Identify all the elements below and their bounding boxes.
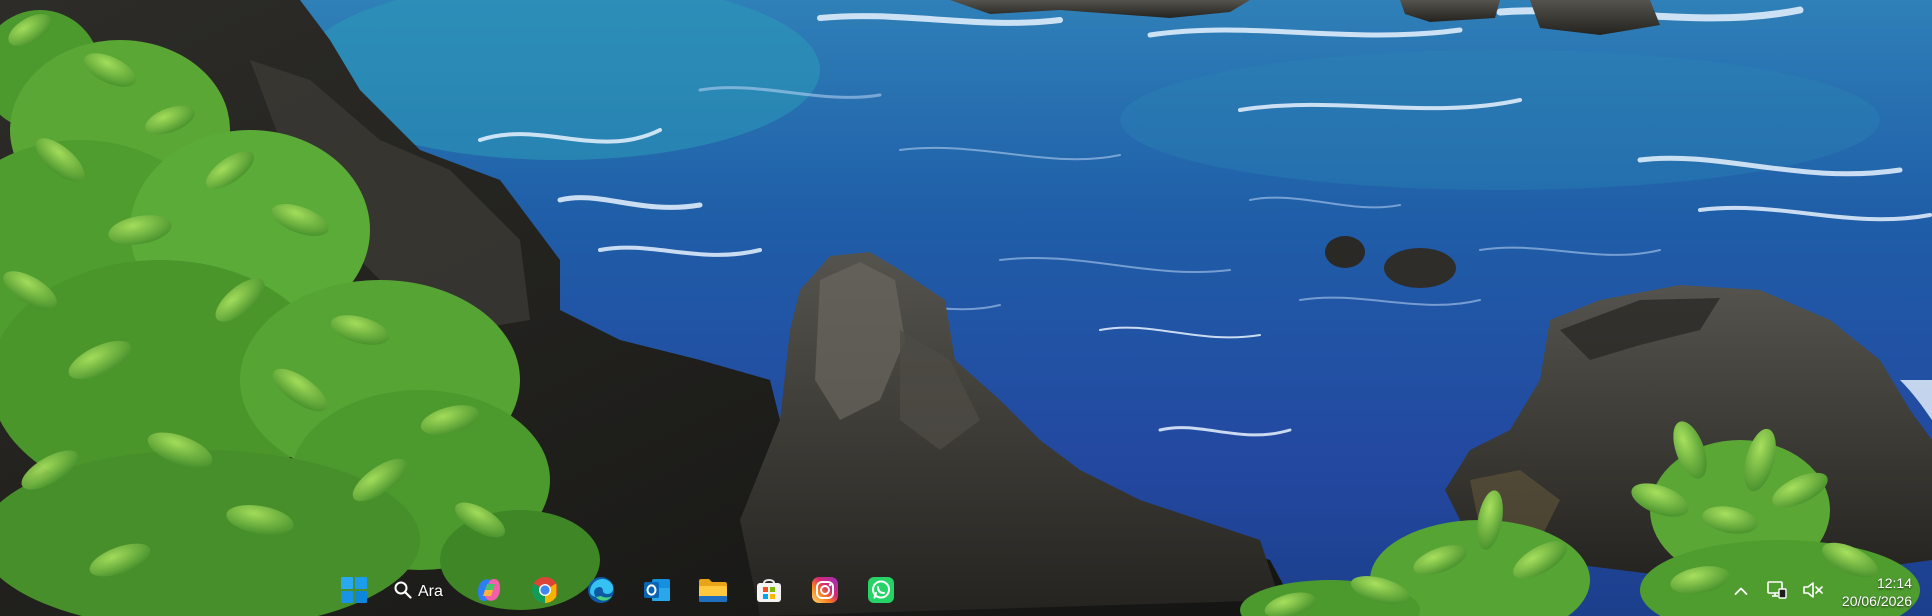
taskbar-search-button[interactable]: Ara — [386, 572, 453, 612]
taskbar-app-instagram[interactable] — [801, 572, 849, 612]
copilot-icon — [475, 576, 503, 609]
desktop-wallpaper — [0, 0, 1932, 616]
taskbar-pinned-area: Ara — [330, 568, 905, 616]
start-button[interactable] — [330, 572, 378, 612]
system-tray: 12:14 20/06/2026 — [1726, 568, 1932, 616]
network-status-button[interactable] — [1762, 574, 1792, 610]
search-label: Ara — [418, 583, 443, 600]
taskbar: Ara 12:14 20/06/2026 — [0, 568, 1932, 616]
clock-date: 20/06/2026 — [1841, 593, 1912, 609]
search-icon — [394, 581, 412, 604]
taskbar-app-edge[interactable] — [577, 572, 625, 612]
whatsapp-icon — [867, 576, 895, 609]
windows-logo-icon — [341, 576, 367, 608]
taskbar-clock[interactable]: 12:14 20/06/2026 — [1834, 574, 1918, 610]
show-hidden-icons-button[interactable] — [1726, 574, 1756, 610]
outlook-icon — [642, 576, 672, 609]
taskbar-app-file-explorer[interactable] — [689, 572, 737, 612]
edge-icon — [587, 576, 615, 609]
taskbar-app-chrome[interactable] — [521, 572, 569, 612]
chevron-up-icon — [1734, 583, 1748, 601]
volume-button[interactable] — [1798, 574, 1828, 610]
taskbar-app-whatsapp[interactable] — [857, 572, 905, 612]
volume-muted-icon — [1802, 580, 1824, 605]
folder-icon — [698, 577, 728, 608]
network-icon — [1766, 580, 1788, 605]
clock-time: 12:14 — [1876, 575, 1912, 591]
taskbar-app-copilot[interactable] — [465, 572, 513, 612]
chrome-icon — [531, 576, 559, 609]
store-icon — [755, 576, 783, 609]
taskbar-app-microsoft-store[interactable] — [745, 572, 793, 612]
taskbar-app-outlook[interactable] — [633, 572, 681, 612]
instagram-icon — [811, 576, 839, 609]
